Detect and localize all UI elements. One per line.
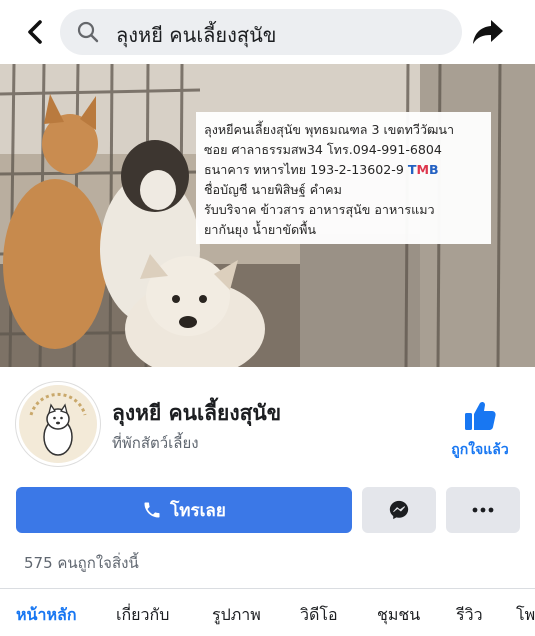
info-line-bank-text: ธนาคาร ทหารไทย 193-2-13602-9 xyxy=(204,162,404,177)
liked-label: ถูกใจแล้ว xyxy=(451,442,509,458)
tmb-logo: TMB xyxy=(407,162,439,177)
top-bar: ลุงหยี คนเลี้ยงสุนัข xyxy=(0,0,535,64)
avatar[interactable] xyxy=(16,382,100,466)
share-button[interactable] xyxy=(468,14,508,50)
page-name: ลุงหยี คนเลี้ยงสุนัข xyxy=(112,401,282,425)
tab-community[interactable]: ชุมชน xyxy=(377,603,420,628)
search-query: ลุงหยี คนเลี้ยงสุนัข xyxy=(116,23,277,47)
tab-videos[interactable]: วิดีโอ xyxy=(300,603,338,628)
thumbs-up-icon xyxy=(465,401,496,430)
call-now-button[interactable]: โทรเลย xyxy=(16,487,352,533)
more-button[interactable] xyxy=(446,487,520,533)
search-icon xyxy=(77,21,99,43)
page-category[interactable]: ที่พักสัตว์เลี้ยง xyxy=(112,431,199,455)
call-now-label: โทรเลย xyxy=(170,500,226,521)
page-tabs: หน้าหลัก เกี่ยวกับ รูปภาพ วิดีโอ ชุมชน ร… xyxy=(0,589,535,636)
profile-section: ลุงหยี คนเลี้ยงสุนัข ที่พักสัตว์เลี้ยง ถ… xyxy=(0,367,535,477)
tab-home[interactable]: หน้าหลัก xyxy=(16,603,77,628)
info-line: ยากันยุง น้ำยาขัดพื้น xyxy=(204,222,317,237)
share-icon xyxy=(473,20,503,44)
phone-icon xyxy=(144,502,160,518)
back-icon xyxy=(28,20,42,44)
tab-photos[interactable]: รูปภาพ xyxy=(212,603,261,628)
liked-button[interactable]: ถูกใจแล้ว xyxy=(440,399,520,463)
tab-posts[interactable]: โพ xyxy=(516,603,535,628)
cover-info-box: ลุงหยีคนเลี้ยงสุนัข พุทธมณฑล 3 เขตทวีวัฒ… xyxy=(196,112,491,244)
likes-count: 575 คนถูกใจสิ่งนี้ xyxy=(24,554,139,572)
search-box[interactable]: ลุงหยี คนเลี้ยงสุนัข xyxy=(60,9,462,55)
messenger-button[interactable] xyxy=(362,487,436,533)
avatar-image xyxy=(19,385,97,463)
cover-photo[interactable]: ลุงหยีคนเลี้ยงสุนัข พุทธมณฑล 3 เขตทวีวัฒ… xyxy=(0,64,535,367)
info-line: รับบริจาค ข้าวสาร อาหารสุนัข อาหารแมว xyxy=(204,202,435,217)
messenger-icon xyxy=(389,500,409,520)
back-button[interactable] xyxy=(18,14,54,50)
info-line: ลุงหยีคนเลี้ยงสุนัข พุทธมณฑล 3 เขตทวีวัฒ… xyxy=(204,122,455,137)
info-line: ซอย ศาลาธรรมสพ34 โทร.094-991-6804 xyxy=(204,142,442,157)
info-line: ชื่อบัญชี นายพิสิษฐ์ คำคม xyxy=(204,182,342,197)
tab-about[interactable]: เกี่ยวกับ xyxy=(116,603,169,628)
more-icon xyxy=(472,507,494,513)
info-line-bank: ธนาคาร ทหารไทย 193-2-13602-9 TMB xyxy=(204,160,483,180)
tab-reviews[interactable]: รีวิว xyxy=(456,603,483,628)
